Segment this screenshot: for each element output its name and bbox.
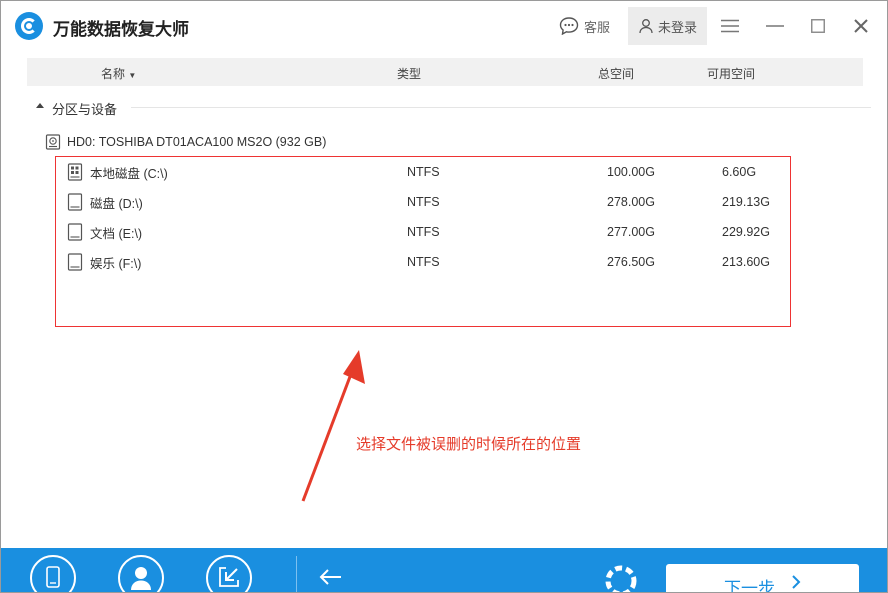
partition-name: 文档 (E:\) [90, 226, 143, 241]
drive-icon [67, 223, 83, 241]
partition-type: NTFS [407, 255, 440, 269]
section-partitions-devices[interactable]: 分区与设备 [35, 98, 871, 117]
partition-type: NTFS [407, 195, 440, 209]
partition-free: 229.92G [722, 225, 770, 239]
bottom-divider [296, 556, 297, 592]
app-logo-icon [15, 12, 43, 40]
partition-name: 磁盘 (D:\) [90, 196, 143, 211]
next-step-button[interactable]: 下一步 [666, 564, 859, 593]
partition-free: 219.13G [722, 195, 770, 209]
section-label: 分区与设备 [52, 102, 118, 117]
import-button[interactable] [206, 555, 252, 592]
partition-type: NTFS [407, 225, 440, 239]
app-window: 万能数据恢复大师 客服 未登录 名称 ▼ 类型 总空间 可用空间 分区与设备 H… [0, 0, 888, 593]
maximize-button[interactable] [806, 14, 830, 38]
title-bar: 万能数据恢复大师 客服 未登录 [1, 1, 887, 51]
collapse-triangle-icon[interactable] [36, 103, 44, 108]
login-button[interactable]: 未登录 [628, 7, 707, 45]
minimize-icon [766, 25, 784, 27]
column-free-header[interactable]: 可用空间 [707, 65, 755, 82]
drive-icon [67, 253, 83, 271]
phone-recovery-button[interactable] [30, 555, 76, 592]
menu-button[interactable] [718, 14, 742, 38]
bottom-bar: 下一步 [1, 548, 887, 593]
partition-free: 6.60G [722, 165, 757, 179]
column-name-header[interactable]: 名称 ▼ [101, 65, 136, 82]
minimize-button[interactable] [763, 14, 787, 38]
login-label: 未登录 [657, 19, 697, 35]
chat-bubble-icon [559, 17, 579, 35]
disk-label: HD0: TOSHIBA DT01ACA100 MS2O (932 GB) [67, 135, 327, 149]
partition-total: 276.50G [607, 255, 655, 269]
app-title: 万能数据恢复大师 [53, 20, 189, 39]
maximize-icon [811, 19, 825, 33]
back-arrow-icon[interactable] [319, 568, 343, 586]
phone-icon [46, 566, 60, 588]
drive-icon [67, 193, 83, 211]
service-label: 客服 [584, 19, 611, 35]
close-button[interactable] [849, 14, 873, 38]
service-button[interactable]: 客服 [559, 13, 610, 39]
annotation-arrow [301, 350, 365, 502]
next-step-label: 下一步 [724, 579, 775, 593]
column-header: 名称 ▼ 类型 总空间 可用空间 [27, 58, 863, 86]
system-drive-icon [67, 163, 83, 181]
sort-caret-icon: ▼ [128, 71, 137, 80]
partition-row-d[interactable]: 磁盘 (D:\) NTFS 278.00G 219.13G [67, 192, 787, 212]
partition-name: 本地磁盘 (C:\) [90, 166, 168, 181]
disk-item[interactable]: HD0: TOSHIBA DT01ACA100 MS2O (932 GB) [45, 132, 326, 152]
section-divider [131, 107, 871, 108]
chevron-right-icon [791, 574, 801, 592]
partition-name: 娱乐 (F:\) [90, 256, 142, 271]
partition-total: 278.00G [607, 195, 655, 209]
partition-row-e[interactable]: 文档 (E:\) NTFS 277.00G 229.92G [67, 222, 787, 242]
close-icon [854, 19, 868, 33]
partition-free: 213.60G [722, 255, 770, 269]
hard-disk-icon [45, 134, 61, 150]
partition-type: NTFS [407, 165, 440, 179]
person-icon [131, 567, 151, 590]
partition-row-c[interactable]: 本地磁盘 (C:\) NTFS 100.00G 6.60G [67, 162, 787, 182]
partition-total: 277.00G [607, 225, 655, 239]
import-icon [219, 567, 239, 587]
partition-row-f[interactable]: 娱乐 (F:\) NTFS 276.50G 213.60G [67, 252, 787, 272]
column-total-header[interactable]: 总空间 [598, 65, 634, 82]
annotation-text: 选择文件被误删的时候所在的位置 [356, 436, 582, 453]
hamburger-icon [721, 19, 739, 33]
column-type-header[interactable]: 类型 [397, 65, 421, 82]
account-button[interactable] [118, 555, 164, 592]
loading-spinner-icon[interactable] [604, 564, 638, 593]
partition-total: 100.00G [607, 165, 655, 179]
user-icon [639, 19, 653, 34]
